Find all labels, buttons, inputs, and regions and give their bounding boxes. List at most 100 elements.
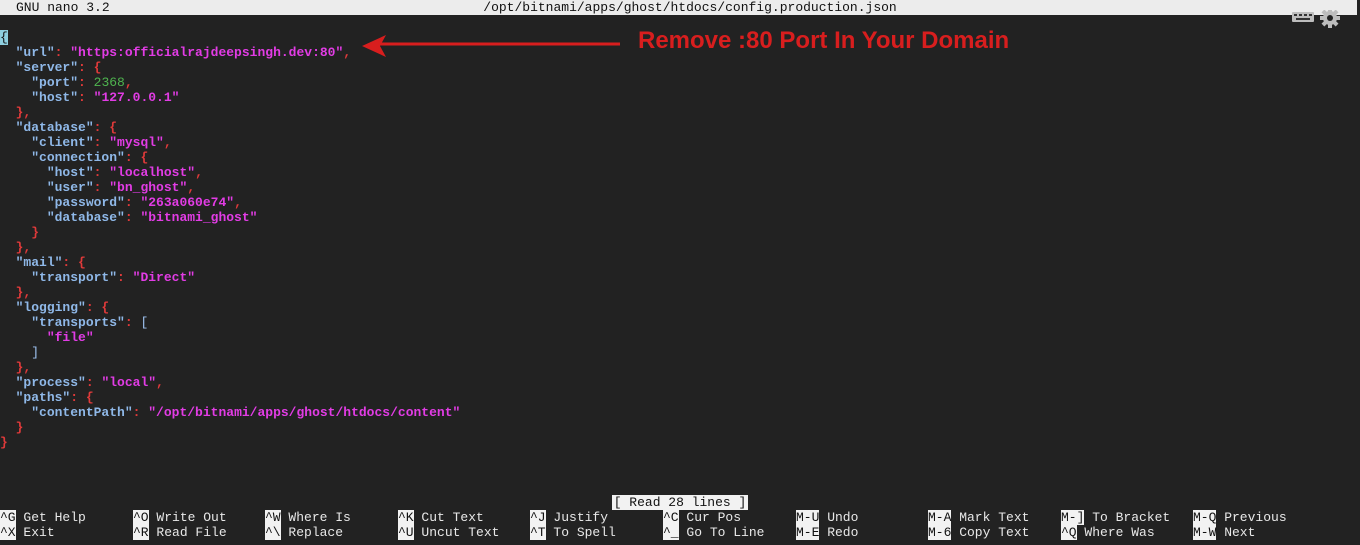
shortcut-item[interactable]: M-U Undo [796,510,858,525]
code-line: }, [0,285,1360,300]
shortcut-key: M-A [928,510,952,525]
code-line: "transports": [ [0,315,1360,330]
code-token: : [93,180,110,195]
shortcut-label: Replace [280,525,344,540]
shortcut-label: Where Was [1076,525,1155,540]
shortcut-item[interactable]: ^J Justify [530,510,608,525]
shortcut-item[interactable]: ^O Write Out [133,510,227,525]
shortcut-item[interactable]: M-Q Previous [1193,510,1287,525]
code-line: "host": "localhost", [0,165,1360,180]
code-token: "bn_ghost" [109,180,188,195]
code-token: "transports" [31,315,125,330]
shortcut-item[interactable]: M-W Next [1193,525,1255,540]
shortcut-label: Exit [15,525,55,540]
code-token: [ [140,315,149,330]
shortcut-item[interactable]: ^\ Replace [265,525,343,540]
code-token: "127.0.0.1" [93,90,180,105]
shortcut-label: Go To Line [678,525,765,540]
code-token: : { [93,120,118,135]
code-line: }, [0,240,1360,255]
shortcut-item[interactable]: ^Q Where Was [1061,525,1155,540]
code-token: : { [62,255,86,270]
shortcut-label: Previous [1216,510,1287,525]
shortcut-item[interactable]: M-6 Copy Text [928,525,1029,540]
shortcut-item[interactable]: ^X Exit [0,525,55,540]
code-token: } [15,420,24,435]
shortcut-item[interactable]: ^W Where Is [265,510,351,525]
code-token: } [31,225,40,240]
shortcut-item[interactable]: ^C Cur Pos [663,510,741,525]
editor-area[interactable]: { "url": "https:officialrajdeepsingh.dev… [0,30,1360,450]
code-token: : [54,45,71,60]
code-line: ] [0,345,1360,360]
shortcut-label: To Bracket [1084,510,1171,525]
code-token: "server" [15,60,79,75]
shortcut-label: Undo [819,510,859,525]
shortcut-key: ^C [663,510,679,525]
code-token: "process" [15,375,86,390]
code-token: "password" [46,195,125,210]
code-token: "mail" [15,255,63,270]
code-line: } [0,225,1360,240]
shortcut-item[interactable]: M-] To Bracket [1061,510,1170,525]
shortcut-item[interactable]: ^T To Spell [530,525,616,540]
code-token: "paths" [15,390,71,405]
shortcut-key: ^U [398,525,414,540]
code-line: "server": { [0,60,1360,75]
code-token: : { [85,300,110,315]
shortcut-key: ^T [530,525,546,540]
shortcut-item[interactable]: ^G Get Help [0,510,86,525]
code-token: "url" [15,45,55,60]
shortcut-label: Read File [148,525,227,540]
code-line: } [0,420,1360,435]
shortcut-label: Redo [819,525,859,540]
code-token: "database" [46,210,125,225]
code-token: , [195,165,203,180]
code-token: , [156,375,164,390]
code-line: "process": "local", [0,375,1360,390]
code-token: "port" [31,75,79,90]
shortcut-item[interactable]: ^_ Go To Line [663,525,764,540]
code-line: "client": "mysql", [0,135,1360,150]
shortcut-key: M-Q [1193,510,1217,525]
keyboard-icon[interactable] [1292,12,1314,22]
text-cursor: { [0,30,8,45]
shortcut-item[interactable]: ^R Read File [133,525,227,540]
code-token: , [234,195,242,210]
code-line: "mail": { [0,255,1360,270]
shortcut-label: Cur Pos [678,510,742,525]
annotation-arrow-icon [362,35,620,57]
shortcut-item[interactable]: ^K Cut Text [398,510,484,525]
shortcut-key: M-] [1061,510,1085,525]
gear-icon[interactable] [1320,10,1340,28]
shortcut-item[interactable]: M-A Mark Text [928,510,1029,525]
code-token: : [85,375,102,390]
code-token: "local" [101,375,157,390]
code-token: "logging" [15,300,86,315]
file-path: /opt/bitnami/apps/ghost/htdocs/config.pr… [483,0,897,15]
shortcut-item[interactable]: ^U Uncut Text [398,525,499,540]
shortcut-label: Cut Text [413,510,484,525]
code-token: , [124,75,133,90]
code-token: "/opt/bitnami/apps/ghost/htdocs/content" [148,405,461,420]
code-line: }, [0,105,1360,120]
code-token: "localhost" [109,165,196,180]
shortcut-item[interactable]: M-E Redo [796,525,858,540]
shortcut-key: ^X [0,525,16,540]
shortcut-key: ^G [0,510,16,525]
status-message: [ Read 28 lines ] [611,495,749,510]
code-token: }, [15,240,32,255]
nano-title-bar: GNU nano 3.2 /opt/bitnami/apps/ghost/htd… [0,0,1357,15]
code-line: }, [0,360,1360,375]
